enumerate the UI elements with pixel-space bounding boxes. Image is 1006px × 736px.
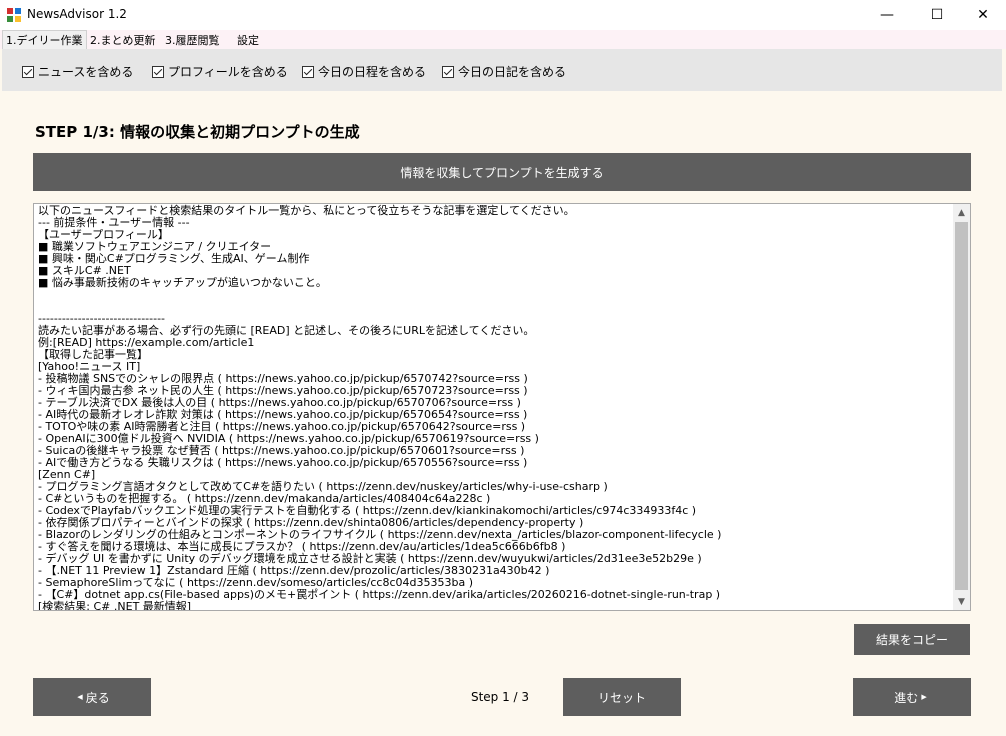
maximize-icon: ☐ [930,7,944,23]
arrow-left-icon: ◀ [77,693,83,701]
generate-prompt-button[interactable]: 情報を収集してプロンプトを生成する [33,153,971,191]
next-label: 進む [894,690,919,705]
minimize-icon: — [880,7,894,23]
include-news-label: ニュースを含める [38,65,134,79]
tab-daily-work[interactable]: 1.デイリー作業 [2,30,87,50]
tab-settings[interactable]: 設定 [234,33,262,49]
step-counter: Step 1 / 3 [470,690,530,704]
checkbox-checked-icon [302,65,314,78]
window-title: NewsAdvisor 1.2 [27,7,127,21]
scroll-up-icon[interactable]: ▲ [953,204,970,221]
back-button[interactable]: ◀ 戻る [33,678,151,716]
maximize-button[interactable]: ☐ [914,0,960,30]
prompt-textarea[interactable]: 以下のニュースフィードと検索結果のタイトル一覧から、私にとって役立ちそうな記事を… [33,203,971,611]
tab-strip: 1.デイリー作業 2.まとめ更新 3.履歴閲覧 設定 [0,30,1006,50]
close-icon: ✕ [977,7,989,23]
close-button[interactable]: ✕ [960,0,1006,30]
checkbox-checked-icon [22,65,34,78]
checkbox-checked-icon [442,65,454,78]
prompt-text: 以下のニュースフィードと検索結果のタイトル一覧から、私にとって役立ちそうな記事を… [38,204,722,611]
include-diary-checkbox[interactable]: 今日の日記を含める [442,63,566,80]
arrow-right-icon: ▶ [921,693,927,701]
step-title: STEP 1/3: 情報の収集と初期プロンプトの生成 [35,123,360,141]
next-button[interactable]: 進む ▶ [853,678,971,716]
scroll-thumb[interactable] [955,222,968,590]
app-icon [7,8,21,22]
include-diary-label: 今日の日記を含める [458,65,567,79]
vertical-scrollbar[interactable]: ▲ ▼ [953,204,970,610]
include-news-checkbox[interactable]: ニュースを含める [22,63,133,80]
copy-result-button[interactable]: 結果をコピー [854,624,970,655]
checkbox-checked-icon [152,65,164,78]
minimize-button[interactable]: — [864,0,910,30]
tab-history[interactable]: 3.履歴閲覧 [162,33,223,49]
title-bar: NewsAdvisor 1.2 — ☐ ✕ [0,0,1006,30]
include-schedule-label: 今日の日程を含める [318,65,427,79]
scroll-down-icon[interactable]: ▼ [953,593,970,610]
back-label: 戻る [85,690,110,705]
tab-summary-update[interactable]: 2.まとめ更新 [87,33,159,49]
include-profile-checkbox[interactable]: プロフィールを含める [152,63,288,80]
reset-button[interactable]: リセット [563,678,681,716]
include-schedule-checkbox[interactable]: 今日の日程を含める [302,63,426,80]
options-bar: ニュースを含める プロフィールを含める 今日の日程を含める 今日の日記を含める [2,49,1002,91]
include-profile-label: プロフィールを含める [168,65,288,79]
